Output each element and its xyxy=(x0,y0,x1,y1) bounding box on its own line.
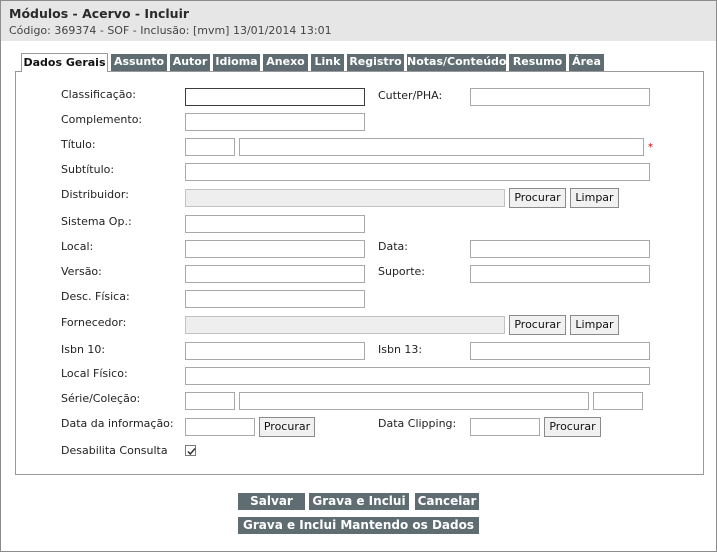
distribuidor-label: Distribuidor: xyxy=(61,188,129,201)
subtitulo-label: Subtítulo: xyxy=(61,163,115,176)
desc-fisica-input[interactable] xyxy=(185,290,365,308)
data-label: Data: xyxy=(378,240,408,253)
versao-input[interactable] xyxy=(185,265,365,283)
serie-colecao-article-input[interactable] xyxy=(185,392,235,410)
fornecedor-procurar-button[interactable]: Procurar xyxy=(509,315,566,335)
serie-colecao-label: Série/Coleção: xyxy=(61,392,141,405)
required-marker: * xyxy=(648,142,653,153)
desabilita-consulta-checkbox[interactable] xyxy=(185,445,196,456)
grava-inclui-mantendo-button[interactable]: Grava e Inclui Mantendo os Dados xyxy=(238,517,479,534)
data-clipping-input[interactable] xyxy=(470,418,540,436)
sistema-op-label: Sistema Op.: xyxy=(61,215,132,228)
fornecedor-label: Fornecedor: xyxy=(61,316,127,329)
versao-label: Versão: xyxy=(61,265,102,278)
suporte-input[interactable] xyxy=(470,265,650,283)
fornecedor-input[interactable] xyxy=(185,316,505,334)
local-label: Local: xyxy=(61,240,94,253)
local-input[interactable] xyxy=(185,240,365,258)
tab-area[interactable]: Área xyxy=(569,54,604,71)
titulo-input[interactable] xyxy=(239,138,644,156)
tab-dados-gerais[interactable]: Dados Gerais xyxy=(21,53,108,72)
data-clipping-procurar-button[interactable]: Procurar xyxy=(544,417,601,437)
tab-registro[interactable]: Registro xyxy=(347,54,404,71)
desc-fisica-label: Desc. Física: xyxy=(61,290,130,303)
serie-colecao-input[interactable] xyxy=(239,392,589,410)
tab-idioma[interactable]: Idioma xyxy=(213,54,260,71)
grava-inclui-button[interactable]: Grava e Inclui xyxy=(309,493,409,510)
tab-assunto[interactable]: Assunto xyxy=(111,54,167,71)
sistema-op-input[interactable] xyxy=(185,215,365,233)
page-title: Módulos - Acervo - Incluir xyxy=(9,6,190,21)
classificacao-input[interactable] xyxy=(185,88,365,106)
cancelar-button[interactable]: Cancelar xyxy=(415,493,479,510)
isbn13-input[interactable] xyxy=(470,342,650,360)
window-header: Módulos - Acervo - Incluir Código: 36937… xyxy=(1,1,716,41)
complemento-input[interactable] xyxy=(185,113,365,131)
distribuidor-limpar-button[interactable]: Limpar xyxy=(570,188,619,208)
salvar-button[interactable]: Salvar xyxy=(238,493,305,510)
isbn10-input[interactable] xyxy=(185,342,365,360)
tab-resumo[interactable]: Resumo xyxy=(509,54,566,71)
desabilita-consulta-label: Desabilita Consulta xyxy=(61,444,168,457)
isbn10-label: Isbn 10: xyxy=(61,343,106,356)
checkmark-icon xyxy=(187,448,196,456)
local-fisico-label: Local Físico: xyxy=(61,367,128,380)
serie-colecao-number-input[interactable] xyxy=(593,392,643,410)
fornecedor-limpar-button[interactable]: Limpar xyxy=(570,315,619,335)
data-informacao-label: Data da informação: xyxy=(61,417,174,430)
cutter-label: Cutter/PHA: xyxy=(378,89,443,102)
local-fisico-input[interactable] xyxy=(185,367,650,385)
titulo-label: Título: xyxy=(61,138,96,151)
classificacao-label: Classificação: xyxy=(61,88,136,101)
complemento-label: Complemento: xyxy=(61,113,143,126)
titulo-article-input[interactable] xyxy=(185,138,235,156)
cutter-input[interactable] xyxy=(470,88,650,106)
isbn13-label: Isbn 13: xyxy=(378,343,423,356)
distribuidor-input[interactable] xyxy=(185,189,505,207)
data-clipping-label: Data Clipping: xyxy=(378,417,457,430)
data-input[interactable] xyxy=(470,240,650,258)
suporte-label: Suporte: xyxy=(378,265,425,278)
tab-anexo[interactable]: Anexo xyxy=(263,54,308,71)
tab-autor[interactable]: Autor xyxy=(170,54,210,71)
window: Módulos - Acervo - Incluir Código: 36937… xyxy=(0,0,717,552)
tab-link[interactable]: Link xyxy=(311,54,344,71)
subtitulo-input[interactable] xyxy=(185,163,650,181)
tab-notas-conteudo[interactable]: Notas/Conteúdo xyxy=(407,54,506,71)
data-informacao-procurar-button[interactable]: Procurar xyxy=(259,417,315,437)
data-informacao-input[interactable] xyxy=(185,418,255,436)
distribuidor-procurar-button[interactable]: Procurar xyxy=(509,188,566,208)
record-info: Código: 369374 - SOF - Inclusão: [mvm] 1… xyxy=(9,24,332,37)
